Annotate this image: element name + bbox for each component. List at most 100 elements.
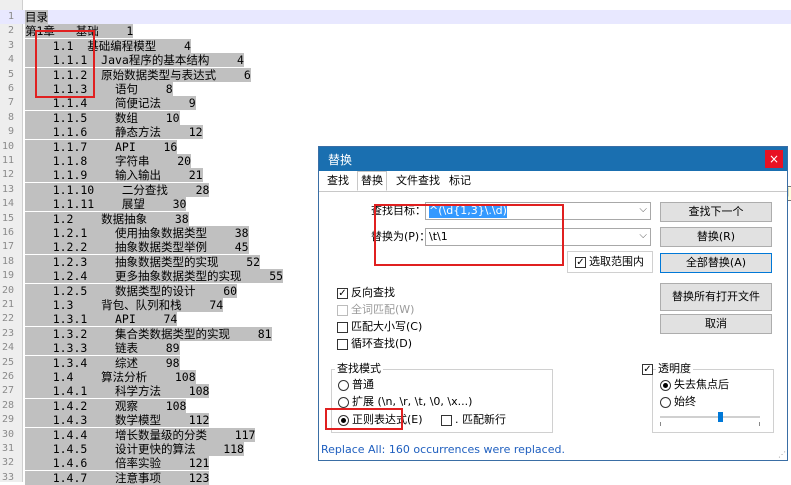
line-text[interactable]: 1.1.11 展望 30 [25,197,187,212]
line-number: 5 [7,68,14,80]
in-selection-checkbox[interactable]: ✓ [575,257,586,268]
line-text[interactable]: 1.4 算法分析 108 [25,370,196,384]
line-text[interactable]: 1.3.4 综述 98 [25,355,180,370]
dot-newline-checkbox[interactable] [441,415,452,426]
tab-find-in-files[interactable]: 文件查找 [393,172,443,190]
slider-thumb[interactable] [718,412,723,422]
editor-line[interactable]: 7 1.1.4 简便记法 9 [0,96,791,111]
always-radio[interactable] [660,397,671,408]
line-text[interactable]: 1.1.8 字符串 20 [25,154,192,168]
resize-grip-icon[interactable]: ⋰ [778,450,786,459]
annotation-box-inputs [374,204,564,266]
match-case-label: 匹配大小写(C) [351,320,423,333]
line-number: 10 [1,140,14,152]
cancel-button[interactable]: 取消 [660,314,772,334]
line-text[interactable]: 1.1.7 API 16 [25,139,178,154]
line-number: 22 [1,313,14,325]
line-text[interactable]: 1.4.6 倍率实验 121 [25,456,210,471]
editor-line[interactable]: 33 1.4.7 注意事项 123 [0,470,791,485]
in-selection-label: 选取范围内 [589,255,644,268]
line-number: 8 [7,111,14,123]
chevron-down-icon[interactable]: ⌵ [639,204,647,215]
tab-find[interactable]: 查找 [324,172,352,190]
close-icon[interactable]: × [765,150,783,168]
dot-newline-label: . 匹配新行 [455,413,506,426]
backward-checkbox[interactable]: ✓ [337,288,348,299]
dialog-titlebar[interactable]: 替换 × [319,147,787,171]
transparency-checkbox[interactable]: ✓ [642,364,653,375]
editor-line[interactable]: 9 1.1.6 静态方法 12 [0,125,791,140]
line-text[interactable]: 1.3 背包、队列和栈 74 [25,298,224,312]
mode-extended-label: 扩展 (\n, \r, \t, \0, \x...) [352,395,473,408]
line-text[interactable]: 1.1.6 静态方法 12 [25,125,203,140]
replace-all-button[interactable]: 全部替换(A) [660,253,772,273]
line-number: 3 [7,39,14,51]
line-text[interactable]: 1.1.4 简便记法 9 [25,96,196,111]
line-text[interactable]: 1.1.5 数组 10 [25,110,180,125]
line-text[interactable]: 1.4.7 注意事项 123 [25,470,210,485]
line-number: 30 [1,428,14,440]
editor-line[interactable]: 3 1.1 基础编程模型 4 [0,38,791,53]
line-number: 12 [1,169,14,181]
line-number: 17 [1,241,14,253]
line-number: 26 [1,371,14,382]
dialog-tabs: 查找 替换 文件查找 标记 [319,171,787,192]
lose-focus-label: 失去焦点后 [674,378,729,391]
replace-all-open-files-button[interactable]: 替换所有打开文件 [660,283,772,311]
whole-word-checkbox[interactable] [337,305,348,316]
search-mode-title: 查找模式 [335,362,383,376]
line-number: 4 [7,54,14,66]
editor-line[interactable]: 6 1.1.3 语句 8 [0,82,791,96]
line-text[interactable]: 1.2.5 数据类型的设计 60 [25,283,238,298]
find-next-button[interactable]: 查找下一个 [660,202,772,222]
line-number: 2 [7,25,14,37]
editor-line[interactable]: 4 1.1.1 Java程序的基本结构 4 [0,53,791,68]
line-text[interactable]: 1.2.4 更多抽象数据类型的实现 55 [25,269,284,284]
line-number: 20 [1,284,14,296]
line-number: 28 [1,399,14,411]
lose-focus-radio[interactable] [660,380,671,391]
line-text[interactable]: 1.1.10 二分查找 28 [25,182,210,197]
editor-line[interactable]: 2 第1章 基础 1 [0,24,791,39]
line-number: 15 [1,212,14,224]
tab-replace[interactable]: 替换 [357,171,387,191]
line-text[interactable]: 1.4.3 数学模型 112 [25,413,210,428]
line-number: 21 [1,299,14,310]
editor-line[interactable]: 8 1.1.5 数组 10 [0,110,791,125]
line-text[interactable]: 1.3.2 集合类数据类型的实现 81 [25,326,272,341]
line-text[interactable]: 1.2.2 抽象数据类型举例 45 [25,240,249,255]
line-text[interactable]: 1.4.2 观察 108 [25,398,187,413]
line-number: 16 [1,227,14,238]
line-text[interactable]: 1.2.1 使用抽象数据类型 38 [25,226,249,240]
line-text[interactable]: 1.4.5 设计更快的算法 118 [25,442,244,456]
replace-button[interactable]: 替换(R) [660,227,772,247]
line-number: 9 [7,126,14,138]
replace-dialog[interactable]: 替换 × 查找 替换 文件查找 标记 查找目标： ^(\d{1,3}\.\d) … [318,146,788,461]
line-text[interactable]: 1.1.9 输入输出 21 [25,168,203,183]
line-text[interactable]: 目录 [25,10,48,24]
line-number: 27 [1,385,14,397]
line-number: 29 [1,414,14,426]
status-message: Replace All: 160 occurrences were replac… [321,443,565,456]
line-text[interactable]: 1.4.1 科学方法 108 [25,384,210,399]
line-text[interactable]: 1.4.4 增长数量级的分类 117 [25,427,256,442]
tab-mark[interactable]: 标记 [446,172,474,190]
chevron-down-icon[interactable]: ⌵ [639,230,647,241]
mode-normal-radio[interactable] [338,380,349,391]
line-text[interactable]: 1.3.3 链表 89 [25,341,180,356]
line-number: 31 [1,443,14,454]
slider-track[interactable] [660,416,760,418]
line-number: 18 [1,255,14,267]
line-text[interactable]: 1.3.1 API 74 [25,312,178,327]
always-label: 始终 [674,395,696,408]
line-text[interactable]: 1.2.3 抽象数据类型的实现 52 [25,254,261,269]
match-case-checkbox[interactable] [337,322,348,333]
wrap-checkbox[interactable] [337,339,348,350]
whole-word-label: 全词匹配(W) [351,303,415,316]
mode-normal-label: 普通 [352,378,374,391]
line-text[interactable]: 1.2 数据抽象 38 [25,211,189,226]
mode-extended-radio[interactable] [338,397,349,408]
editor-line[interactable]: 1 目录 [0,10,791,24]
annotation-box-left [35,30,95,98]
editor-line[interactable]: 5 1.1.2 原始数据类型与表达式 6 [0,67,791,82]
